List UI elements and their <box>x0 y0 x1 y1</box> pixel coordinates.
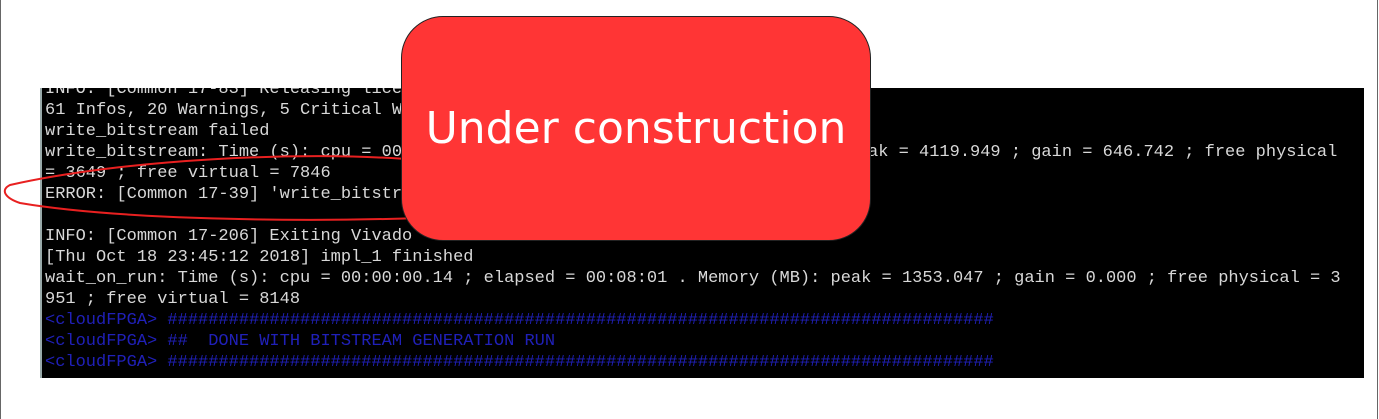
under-construction-badge: Under construction <box>401 16 871 241</box>
under-construction-label: Under construction <box>425 103 847 154</box>
